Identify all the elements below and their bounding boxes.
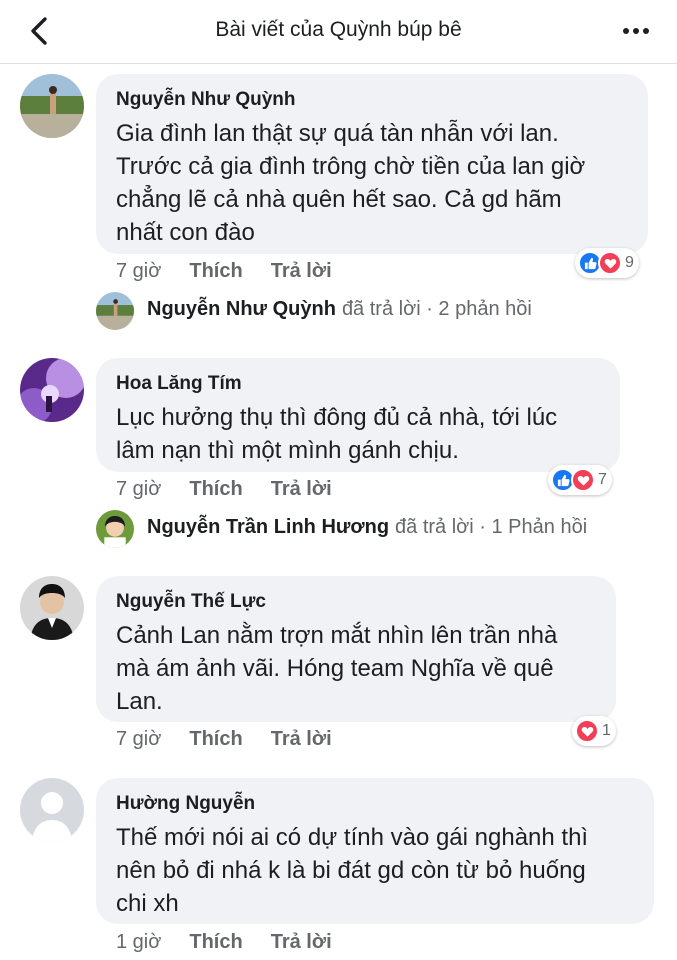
comment-text: Cảnh Lan nằm trợn mắt nhìn lên trần nhà … [116,622,558,715]
like-button[interactable]: Thích [189,260,242,283]
avatar[interactable] [20,778,84,842]
comment-bubble: Nguyễn Thế Lực Cảnh Lan nằm trợn mắt nhì… [96,576,616,722]
avatar[interactable] [20,358,84,422]
avatar[interactable] [96,292,134,330]
comment-time: 7 giờ [116,260,162,282]
reactions-summary[interactable]: 1 [572,716,616,746]
comment-text: Lục hưởng thụ thì đông đủ cả nhà, tới lú… [116,404,558,464]
like-button[interactable]: Thích [189,728,242,751]
avatar[interactable] [20,576,84,640]
more-options-button[interactable] [619,14,653,48]
comment-actions: 1 giờ Thích Trả lời [116,931,332,954]
comment-author[interactable]: Hoa Lăng Tím [116,372,600,396]
love-reaction-icon [571,468,595,492]
reactions-summary[interactable]: 9 [575,248,639,278]
reply-author: Nguyễn Như Quỳnh [147,298,336,320]
love-reaction-icon [575,719,599,743]
comment-time: 7 giờ [116,478,162,500]
comment-text: Thế mới nói ai có dự tính vào gái nghành… [116,824,589,917]
reaction-count: 7 [598,471,607,488]
comment-actions: 7 giờ Thích Trả lời [116,728,332,751]
comment-text: Gia đình lan thật sự quá tàn nhẫn với la… [116,120,586,246]
comment-author[interactable]: Nguyễn Thế Lực [116,590,596,614]
reply-button[interactable]: Trả lời [271,260,332,283]
reply-count-text: đã trả lời · 1 Phản hồi [395,516,588,538]
reaction-count: 9 [625,254,634,271]
comment-actions: 7 giờ Thích Trả lời [116,260,332,283]
reply-author: Nguyễn Trần Linh Hương [147,516,390,538]
reply-button[interactable]: Trả lời [271,478,332,501]
reply-button[interactable]: Trả lời [271,728,332,751]
view-replies-link[interactable]: Nguyễn Trần Linh Hương đã trả lời · 1 Ph… [147,516,587,539]
like-button[interactable]: Thích [189,478,242,501]
comment-bubble: Hường Nguyễn Thế mới nói ai có dự tính v… [96,778,654,924]
comment-time: 1 giờ [116,931,162,953]
comment-author[interactable]: Hường Nguyễn [116,792,634,816]
view-replies-link[interactable]: Nguyễn Như Quỳnh đã trả lời · 2 phản hồi [147,298,532,321]
avatar[interactable] [96,510,134,548]
reply-button[interactable]: Trả lời [271,931,332,954]
page-title: Bài viết của Quỳnh búp bê [215,18,462,41]
comment-bubble: Hoa Lăng Tím Lục hưởng thụ thì đông đủ c… [96,358,620,472]
more-dots-icon [623,28,629,34]
comment-time: 7 giờ [116,728,162,750]
top-bar: Bài viết của Quỳnh búp bê [0,0,677,64]
like-button[interactable]: Thích [189,931,242,954]
reaction-count: 1 [602,722,611,739]
comment-bubble: Nguyễn Như Quỳnh Gia đình lan thật sự qu… [96,74,648,254]
reply-count-text: đã trả lời · 2 phản hồi [341,298,532,320]
comment-actions: 7 giờ Thích Trả lời [116,478,332,501]
comment-author[interactable]: Nguyễn Như Quỳnh [116,88,628,112]
love-reaction-icon [598,251,622,275]
avatar[interactable] [20,74,84,138]
reactions-summary[interactable]: 7 [548,465,612,495]
